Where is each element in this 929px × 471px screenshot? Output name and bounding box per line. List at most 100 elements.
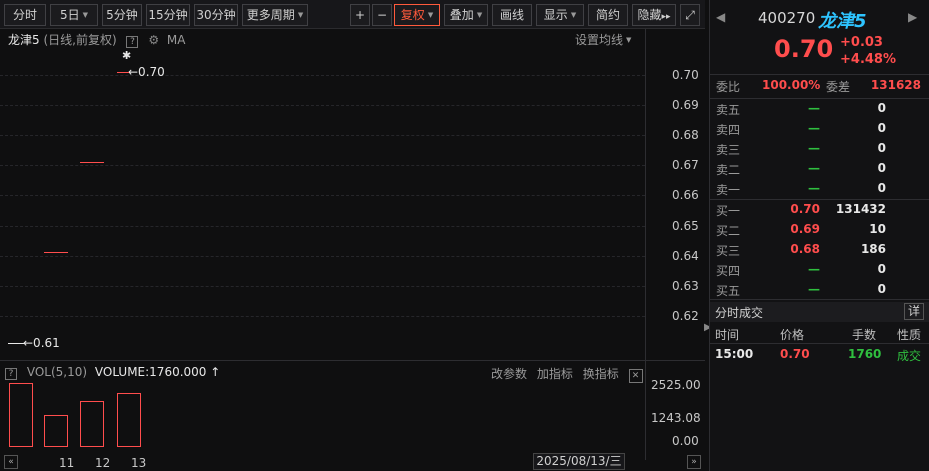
ma-settings-label: 设置均线 <box>575 33 624 47</box>
trades-detail-button[interactable]: 详 <box>904 303 924 320</box>
chevron-down-icon: ▼ <box>570 11 577 19</box>
price-ytick: 0.68 <box>672 128 699 143</box>
fullscreen-button[interactable]: ⤢ <box>680 4 700 26</box>
level-label: 卖一 <box>716 183 741 197</box>
bid-row[interactable]: 买四 — 0 <box>710 262 929 282</box>
trade-time: 15:00 <box>715 347 754 361</box>
ask-row[interactable]: 卖三 — 0 <box>710 141 929 161</box>
kline-chart[interactable]: 龙津5 (日线,前复权) ? ⚙ MA 设置均线 ▼ 0.70 0.69 0.68 0.… <box>0 29 705 360</box>
level-price: — <box>808 282 820 296</box>
level-price: 0.68 <box>790 242 820 256</box>
level-price: 0.70 <box>790 202 820 216</box>
volume-bar[interactable] <box>80 401 104 447</box>
divider <box>710 74 929 75</box>
grid-line <box>0 285 645 287</box>
level-volume: 0 <box>877 161 886 175</box>
tab-more-periods[interactable]: 更多周期 ▼ <box>242 4 308 26</box>
close-icon[interactable]: ✕ <box>628 369 643 383</box>
x-tick: 12 <box>95 456 111 470</box>
tab-30min[interactable]: 30分钟 <box>194 4 238 26</box>
candle-day-10[interactable] <box>8 343 24 344</box>
tab-5day[interactable]: 5日 ▼ <box>50 4 98 26</box>
grid-line <box>0 315 645 317</box>
volume-bar[interactable] <box>9 383 33 447</box>
tab-5day-label: 5日 <box>59 8 80 22</box>
level-label: 卖五 <box>716 103 741 117</box>
ask-row[interactable]: 卖五 — 0 <box>710 101 929 121</box>
up-arrow-icon: ↑ <box>210 365 221 379</box>
level-volume: 0 <box>877 262 886 276</box>
volume-indicator: VOL(5,10) <box>26 365 88 379</box>
scroll-left-icon[interactable]: « <box>4 455 18 469</box>
candle-day-11[interactable] <box>44 252 68 253</box>
level-price: — <box>808 262 820 276</box>
price-change-pct: +4.48% <box>840 52 896 67</box>
volume-pane[interactable]: ? VOL(5,10) VOLUME:1760.000 ↑ 改参数 加指标 换指… <box>0 360 705 471</box>
ask-row[interactable]: 卖二 — 0 <box>710 161 929 181</box>
candle-day-13[interactable] <box>117 72 129 73</box>
bid-row[interactable]: 买二 0.69 10 <box>710 222 929 242</box>
zoom-in-button[interactable]: + <box>350 4 370 26</box>
chart-toolbar: 分时 5日 ▼ 5分钟 15分钟 30分钟 更多周期 ▼ + − 复权 ▼ 叠加 ▼ 画… <box>0 0 705 29</box>
level-label: 买一 <box>716 204 741 218</box>
ask-row[interactable]: 卖一 — 0 <box>710 181 929 201</box>
level-label: 卖三 <box>716 143 741 157</box>
tab-5min[interactable]: 5分钟 <box>102 4 142 26</box>
display-label: 显示 <box>543 8 568 22</box>
overlay-button[interactable]: 叠加 ▼ <box>444 4 488 26</box>
gear-icon[interactable]: ⚙ <box>148 33 159 47</box>
hide-label: 隐藏 <box>637 8 662 22</box>
bid-row[interactable]: 买三 0.68 186 <box>710 242 929 262</box>
price-ytick: 0.70 <box>672 68 699 82</box>
volume-bar[interactable] <box>117 393 141 447</box>
level-volume: 0 <box>877 282 886 296</box>
scroll-right-icon[interactable]: » <box>687 455 701 469</box>
order-ratio-row: 委比 100.00% 委差 131628 <box>710 78 929 98</box>
star-icon: ✱ <box>122 49 132 62</box>
add-indicator-button[interactable]: 加指标 <box>537 367 573 381</box>
back-icon[interactable]: ◀ <box>716 10 725 24</box>
price-ytick: 0.69 <box>672 98 699 113</box>
level-price: — <box>808 121 820 135</box>
volume-ytick: 2525.00 <box>651 378 701 392</box>
divider <box>710 199 929 200</box>
tab-15min[interactable]: 15分钟 <box>146 4 190 26</box>
hide-button[interactable]: 隐藏▸▸ <box>632 4 676 26</box>
level-volume: 186 <box>860 242 886 256</box>
simple-mode-button[interactable]: 简约 <box>588 4 628 26</box>
price-ytick: 0.65 <box>672 218 699 233</box>
candle-day-12[interactable] <box>80 162 104 163</box>
level-price: — <box>808 161 820 175</box>
zoom-out-button[interactable]: − <box>372 4 392 26</box>
col-time: 时间 <box>715 328 740 342</box>
forward-icon[interactable]: ▶ <box>908 10 917 24</box>
low-annotation: ←0.61 <box>23 336 60 350</box>
level-volume: 0 <box>877 101 886 115</box>
price-ytick: 0.62 <box>672 308 699 323</box>
bid-row[interactable]: 买一 0.70 131432 <box>710 202 929 222</box>
display-button[interactable]: 显示 ▼ <box>536 4 584 26</box>
chevron-down-icon: ▼ <box>626 36 632 44</box>
trade-qty: 1760 <box>848 347 882 361</box>
chevron-down-icon: ▼ <box>427 11 434 19</box>
help-icon[interactable]: ? <box>5 368 17 380</box>
restore-label: 复权 <box>400 8 425 22</box>
volume-bar[interactable] <box>44 415 68 447</box>
ma-settings-button[interactable]: 设置均线 ▼ <box>575 31 631 48</box>
stock-code: 400270 <box>758 9 816 27</box>
trades-title: 分时成交 <box>715 306 764 320</box>
tab-intraday[interactable]: 分时 <box>4 4 46 26</box>
volume-value: VOLUME:1760.000 <box>94 365 207 379</box>
chevron-down-icon: ▼ <box>82 11 89 19</box>
price-change: +0.03 <box>840 35 883 50</box>
restore-rights-button[interactable]: 复权 ▼ <box>394 4 440 26</box>
ask-row[interactable]: 卖四 — 0 <box>710 121 929 141</box>
help-icon[interactable]: ? <box>126 36 139 48</box>
draw-line-button[interactable]: 画线 <box>492 4 532 26</box>
price-ytick: 0.64 <box>672 248 699 263</box>
high-annotation: ←0.70 <box>128 65 165 79</box>
switch-indicator-button[interactable]: 换指标 <box>583 367 619 381</box>
edit-params-button[interactable]: 改参数 <box>491 367 527 381</box>
level-volume: 0 <box>877 141 886 155</box>
ma-label[interactable]: MA <box>167 33 186 47</box>
